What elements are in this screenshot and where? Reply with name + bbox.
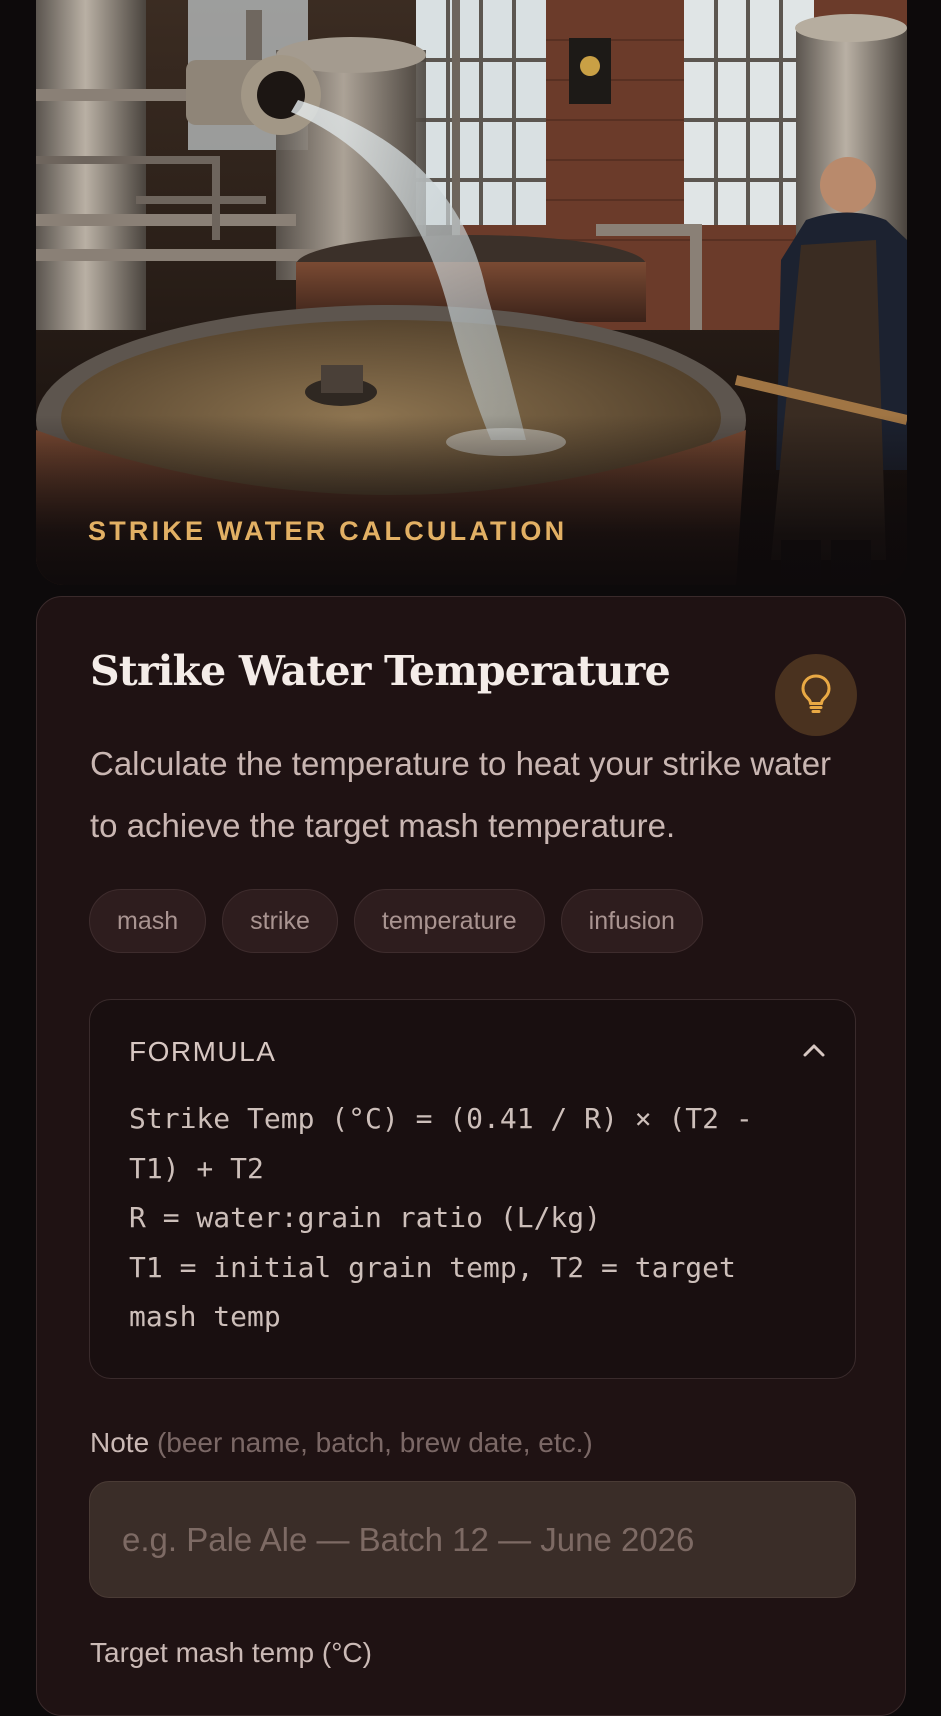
formula-text: Strike Temp (°C) = (0.41 / R) × (T2 - T1…: [129, 1094, 809, 1342]
hero-gradient-overlay: [36, 415, 907, 585]
chevron-up-icon[interactable]: [801, 1041, 827, 1064]
tip-button[interactable]: [775, 654, 857, 736]
tag-strike[interactable]: strike: [222, 889, 338, 953]
hero-kicker: STRIKE WATER CALCULATION: [88, 516, 568, 546]
tag-list: mash strike temperature infusion: [89, 889, 703, 953]
target-mash-temp-label: Target mash temp (°C): [90, 1637, 372, 1668]
calculator-description: Calculate the temperature to heat your s…: [90, 745, 832, 844]
hero-image: STRIKE WATER CALCULATION: [36, 0, 907, 585]
tag-infusion[interactable]: infusion: [560, 889, 703, 953]
formula-toggle[interactable]: FORMULA: [129, 1032, 827, 1072]
note-input[interactable]: [89, 1481, 856, 1598]
tag-temperature[interactable]: temperature: [353, 889, 545, 953]
lightbulb-icon: [799, 673, 833, 718]
formula-label: FORMULA: [129, 1036, 277, 1067]
note-label-text: Note: [90, 1427, 150, 1458]
tag-mash[interactable]: mash: [89, 889, 207, 953]
formula-line: T1 = initial grain temp, T2 = target mas…: [129, 1250, 753, 1334]
formula-line: Strike Temp (°C) = (0.41 / R) × (T2 - T1…: [129, 1102, 770, 1185]
note-hint: (beer name, batch, brew date, etc.): [156, 1427, 593, 1458]
calculator-card: Strike Water Temperature Calculate the t…: [36, 596, 906, 1716]
note-label: Note (beer name, batch, brew date, etc.): [90, 1427, 593, 1459]
formula-line: R = water:grain ratio (L/kg): [129, 1201, 602, 1234]
calculator-title: Strike Water Temperature: [90, 647, 671, 695]
formula-panel: FORMULA Strike Temp (°C) = (0.41 / R) × …: [89, 999, 856, 1379]
